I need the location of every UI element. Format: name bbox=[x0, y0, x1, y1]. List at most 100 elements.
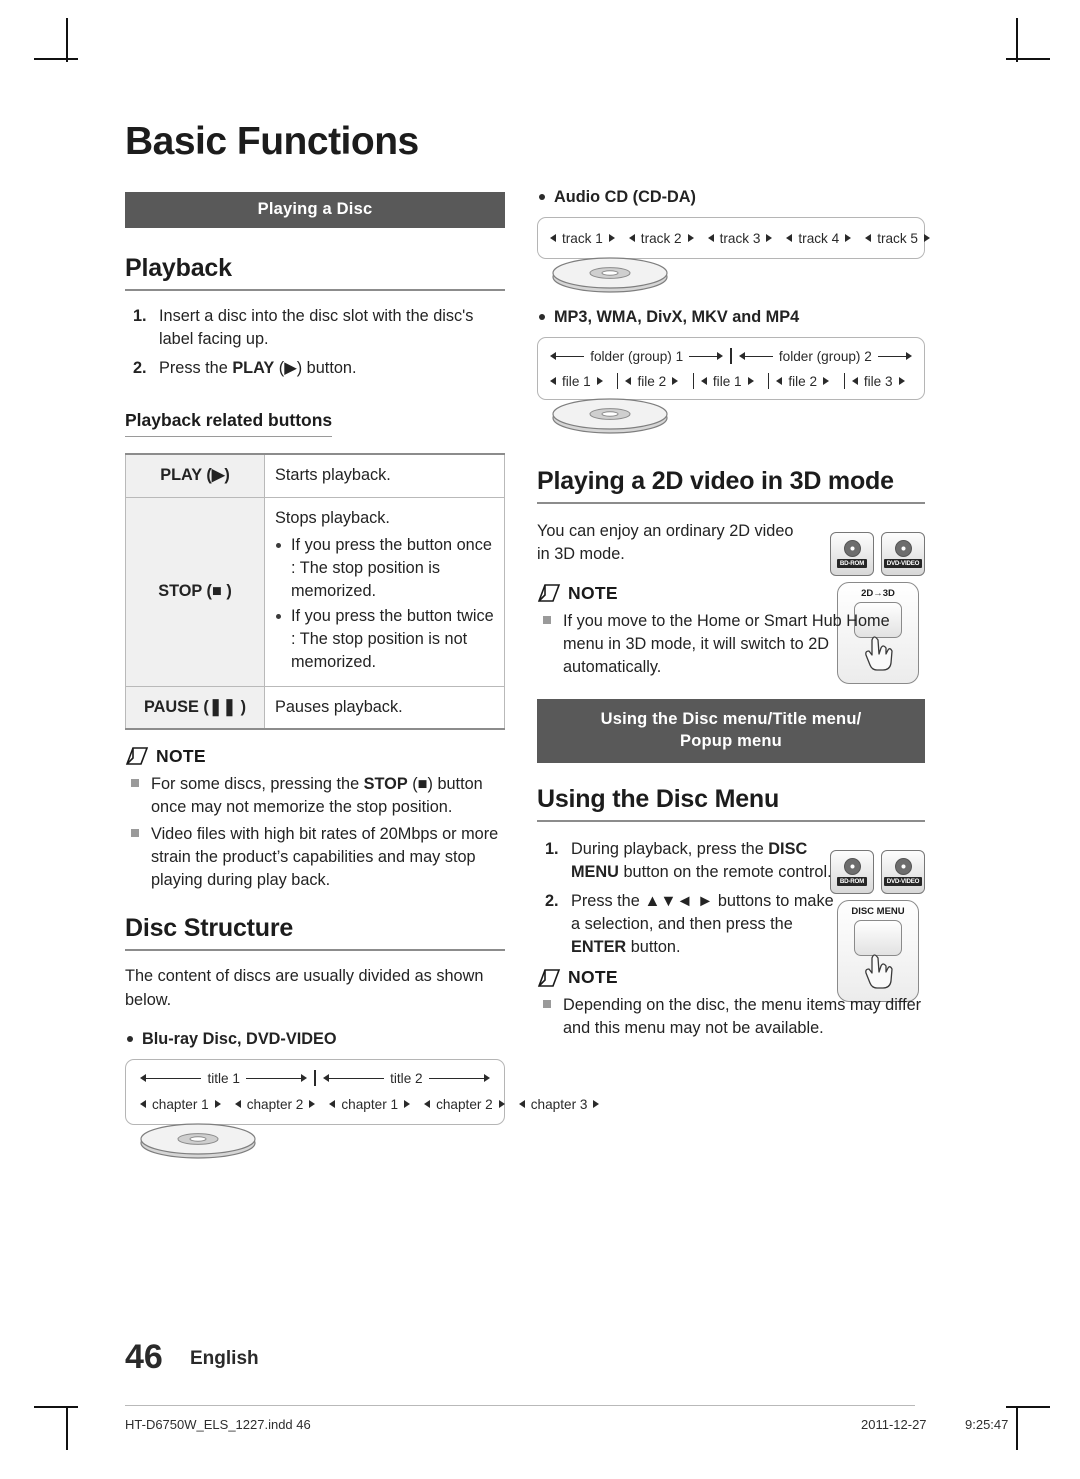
segment-file-1a: file 1 bbox=[546, 374, 614, 389]
segment-label: track 5 bbox=[877, 230, 918, 246]
step-post: button. bbox=[626, 938, 681, 957]
segment-label: chapter 3 bbox=[530, 1096, 588, 1112]
hand-pointer-icon bbox=[865, 953, 893, 989]
step-number: 1. bbox=[545, 839, 559, 858]
right-column: Audio CD (CD-DA) track 1 track 2 track 3… bbox=[537, 186, 930, 1045]
crop-mark-top-right-vertical bbox=[1016, 18, 1018, 62]
bullet-list-bluray: Blu-ray Disc, DVD-VIDEO bbox=[125, 1028, 505, 1051]
mp3-structure-diagram: folder (group) 1 folder (group) 2 file 1… bbox=[537, 337, 925, 441]
table-key-pause: PAUSE (❚❚ ) bbox=[125, 685, 265, 730]
step-number: 1. bbox=[133, 307, 147, 325]
segment-label: file 1 bbox=[562, 373, 591, 389]
segment-label: track 3 bbox=[719, 230, 761, 246]
disc-menu-step-2: 2. Press the ▲▼◄ ► buttons to make a sel… bbox=[537, 890, 837, 959]
heading-disc-structure: Disc Structure bbox=[125, 914, 505, 952]
diagram-divider bbox=[843, 373, 845, 390]
logo-label: BD-ROM bbox=[836, 876, 868, 886]
stop-desc-main: Stops playback. bbox=[275, 508, 390, 527]
note-icon bbox=[125, 747, 149, 765]
segment-chapter-3b: chapter 3 bbox=[515, 1097, 604, 1112]
note-mid: ( bbox=[407, 774, 418, 793]
playback-step-2: 2. Press the PLAY (▶) button. bbox=[125, 357, 505, 380]
segment-chapter-1b: chapter 1 bbox=[325, 1097, 414, 1112]
playback-buttons-table: PLAY (▶) Starts playback. STOP (■ ) Stop… bbox=[125, 453, 505, 730]
segment-label: file 2 bbox=[637, 373, 667, 389]
key-paren-close: ) bbox=[221, 581, 232, 600]
table-desc-stop: Stops playback. If you press the button … bbox=[264, 496, 505, 687]
note-icon bbox=[537, 968, 561, 987]
segment-label: file 1 bbox=[712, 373, 742, 389]
pause-glyph-icon: ❚❚ bbox=[208, 697, 237, 716]
segment-label: track 1 bbox=[562, 230, 603, 246]
step-pre: During playback, press the bbox=[571, 839, 769, 858]
step-bold-enter: ENTER bbox=[571, 938, 627, 957]
playback-steps: 1. Insert a disc into the disc slot with… bbox=[125, 305, 505, 380]
disc-illustration-icon bbox=[140, 1123, 256, 1159]
diagram-divider bbox=[617, 373, 619, 390]
segment-file-2a: file 2 bbox=[621, 374, 689, 389]
table-key-play: PLAY (▶) bbox=[125, 453, 265, 498]
key-label: STOP bbox=[158, 581, 202, 600]
direction-buttons-icon: ▲▼◄ ► bbox=[644, 891, 714, 910]
crop-mark-top-left-horizontal bbox=[34, 58, 78, 60]
remote-illustration-discmenu: DISC MENU bbox=[837, 899, 919, 1002]
list-item: If you move to the Home or Smart Hub Hom… bbox=[537, 610, 903, 679]
list-item: Video files with high bit rates of 20Mbp… bbox=[125, 823, 505, 892]
logo-bd-rom: BD-ROM bbox=[830, 532, 874, 577]
step-text-mid: ( bbox=[274, 359, 285, 378]
disc-mini-icon bbox=[894, 857, 912, 875]
stop-glyph-icon: ■ bbox=[211, 581, 222, 600]
list-item: Depending on the disc, the menu items ma… bbox=[537, 994, 923, 1040]
footer-filename: HT-D6750W_ELS_1227.indd 46 bbox=[125, 1417, 311, 1432]
segment-label: chapter 2 bbox=[246, 1096, 304, 1112]
key-paren-close: ) bbox=[224, 466, 230, 485]
segment-label: file 3 bbox=[863, 373, 893, 389]
heading-playback: Playback bbox=[125, 254, 505, 291]
step-number: 2. bbox=[133, 359, 147, 378]
segment-track-5: track 5 bbox=[861, 231, 934, 246]
heading-using-disc-menu: Using the Disc Menu bbox=[537, 785, 925, 822]
audiocd-structure-diagram: track 1 track 2 track 3 track 4 track 5 bbox=[537, 217, 930, 300]
logo-pair-2d3d: BD-ROM DVD-VIDEO bbox=[830, 532, 925, 577]
diagram-divider bbox=[314, 1070, 316, 1087]
remote-button-caption: DISC MENU bbox=[851, 905, 905, 917]
segment-label: folder (group) 1 bbox=[590, 348, 684, 364]
table-desc-pause: Pauses playback. bbox=[264, 685, 505, 730]
logo-dvd-video: DVD-VIDEO bbox=[881, 849, 925, 894]
disc-mini-icon bbox=[843, 540, 861, 558]
step-pre: Press the bbox=[571, 891, 645, 910]
note-label: NOTE bbox=[568, 967, 618, 988]
remote-button-caption: 2D→3D bbox=[861, 588, 895, 600]
left-column: Playing a Disc Playback 1. Insert a disc… bbox=[125, 192, 600, 1166]
step-text: Insert a disc into the disc slot with th… bbox=[159, 307, 474, 349]
diagram-box: folder (group) 1 folder (group) 2 file 1… bbox=[537, 337, 925, 401]
stop-sub-list: If you press the button once : The stop … bbox=[275, 534, 494, 675]
play-glyph-icon: ▶ bbox=[284, 359, 297, 378]
section-band-playing-a-disc: Playing a Disc bbox=[125, 192, 505, 228]
step-text-pre: Press the bbox=[159, 359, 233, 378]
segment-title-2: title 2 bbox=[319, 1071, 494, 1086]
segment-label: file 2 bbox=[788, 373, 818, 389]
notes-discmenu: Depending on the disc, the menu items ma… bbox=[537, 994, 925, 1040]
logo-label: BD-ROM bbox=[836, 559, 868, 569]
diagram-row-files: file 1 file 2 file 1 file 2 file 3 bbox=[546, 373, 916, 390]
table-row-stop: STOP (■ ) Stops playback. If you press t… bbox=[125, 496, 505, 687]
segment-label: chapter 1 bbox=[152, 1096, 209, 1112]
segment-folder-2: folder (group) 2 bbox=[735, 349, 916, 364]
segment-folder-1: folder (group) 1 bbox=[546, 349, 727, 364]
page-language: English bbox=[190, 1348, 259, 1369]
footer-divider bbox=[125, 1405, 915, 1406]
notes-2d3d: If you move to the Home or Smart Hub Hom… bbox=[537, 610, 925, 679]
bullet-list-mp3: MP3, WMA, DivX, MKV and MP4 bbox=[537, 306, 925, 329]
table-row-pause: PAUSE (❚❚ ) Pauses playback. bbox=[125, 685, 505, 730]
segment-track-4: track 4 bbox=[782, 231, 855, 246]
footer-date: 2011-12-27 bbox=[861, 1417, 927, 1432]
disc-illustration-icon bbox=[552, 398, 668, 434]
note-pre: For some discs, pressing the bbox=[151, 774, 364, 793]
key-label: PAUSE bbox=[143, 697, 199, 716]
segment-chapter-1a: chapter 1 bbox=[136, 1097, 225, 1112]
step-number: 2. bbox=[545, 891, 559, 910]
diagram-divider bbox=[692, 373, 694, 390]
table-row-play: PLAY (▶) Starts playback. bbox=[125, 453, 505, 498]
segment-file-2b: file 2 bbox=[772, 374, 840, 389]
